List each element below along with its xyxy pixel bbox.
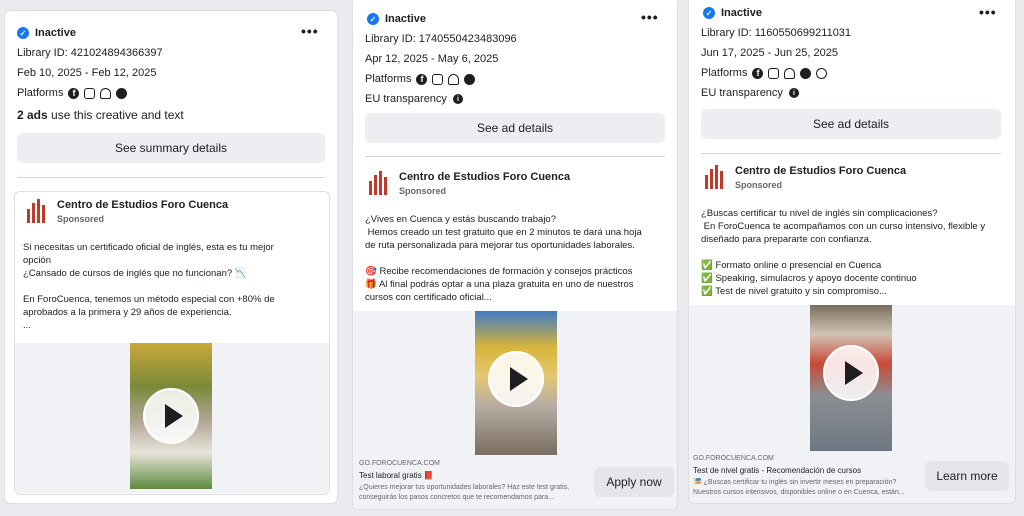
divider <box>701 153 1001 154</box>
cta-description: ¿Quieres mejorar tus oportunidades labor… <box>359 484 570 501</box>
check-badge-icon: ✓ <box>367 13 379 25</box>
ad-body-text: ¿Vives en Cuenca y estás buscando trabaj… <box>365 214 642 303</box>
date-range: Apr 12, 2025 - May 6, 2025 <box>365 53 499 65</box>
apply-now-button[interactable]: Apply now <box>594 467 674 497</box>
eu-transparency[interactable]: EU transparency i <box>701 87 799 99</box>
library-id: Library ID: 1740550423483096 <box>365 33 517 45</box>
ads-count-text: 2 ads use this creative and text <box>17 108 184 122</box>
check-badge-icon: ✓ <box>703 7 715 19</box>
audience-network-icon <box>784 67 796 79</box>
ad-video[interactable] <box>810 305 892 451</box>
sponsored-label: Sponsored <box>399 186 447 196</box>
eu-transparency[interactable]: EU transparency i <box>365 93 463 105</box>
cta-description: 🎏 ¿Buscas certificar tu inglés sin inver… <box>693 479 905 496</box>
divider <box>365 156 665 157</box>
see-summary-details-button[interactable]: See summary details <box>17 133 325 163</box>
platforms-row: Platforms f <box>701 67 828 79</box>
more-options-icon[interactable]: ••• <box>979 4 997 20</box>
ad-video[interactable] <box>130 343 212 489</box>
sponsored-label: Sponsored <box>735 180 783 190</box>
platforms-row: Platforms f <box>365 73 476 85</box>
messenger-icon <box>464 73 476 85</box>
audience-network-icon <box>100 87 112 99</box>
library-id: Library ID: 421024894366397 <box>17 47 163 59</box>
cta-url: GO.FOROCUENCA.COM <box>359 460 440 467</box>
play-icon[interactable] <box>143 388 199 444</box>
messenger-icon <box>116 87 128 99</box>
ad-body-text: Si necesitas un certificado oficial de i… <box>23 242 275 331</box>
play-icon[interactable] <box>823 345 879 401</box>
advertiser-logo <box>365 171 391 197</box>
facebook-icon: f <box>68 87 80 99</box>
library-id: Library ID: 1160550699211031 <box>701 27 852 39</box>
advertiser-name[interactable]: Centro de Estudios Foro Cuenca <box>57 199 228 211</box>
info-icon[interactable]: i <box>788 88 799 98</box>
date-range: Feb 10, 2025 - Feb 12, 2025 <box>17 67 157 79</box>
facebook-icon: f <box>752 67 764 79</box>
more-options-icon[interactable]: ••• <box>301 23 319 39</box>
info-icon[interactable]: i <box>452 94 463 104</box>
ad-video[interactable] <box>475 311 557 455</box>
play-icon[interactable] <box>488 351 544 407</box>
advertiser-logo <box>701 165 727 191</box>
status-badge: ✓ Inactive <box>367 13 426 25</box>
threads-icon <box>816 67 828 79</box>
ad-card-1: ✓ Inactive ••• Library ID: 4210248943663… <box>4 10 338 504</box>
date-range: Jun 17, 2025 - Jun 25, 2025 <box>701 47 838 59</box>
see-ad-details-button[interactable]: See ad details <box>365 113 665 143</box>
cta-url: GO.FOROCUENCA.COM <box>693 455 774 462</box>
ad-body-text: ¿Buscas certificar tu nivel de inglés si… <box>701 208 986 297</box>
check-badge-icon: ✓ <box>17 27 29 39</box>
divider <box>17 177 325 178</box>
ad-card-3: ✓ Inactive ••• Library ID: 1160550699211… <box>688 0 1016 504</box>
instagram-icon <box>84 87 96 99</box>
cta-title: Test laboral gratis 📕 <box>359 471 434 480</box>
ad-card-2: ✓ Inactive ••• Library ID: 1740550423483… <box>352 0 678 510</box>
status-badge: ✓ Inactive <box>17 27 76 39</box>
instagram-icon <box>432 73 444 85</box>
see-ad-details-button[interactable]: See ad details <box>701 109 1001 139</box>
advertiser-header: Centro de Estudios Foro Cuenca Sponsored <box>23 199 228 225</box>
status-badge: ✓ Inactive <box>703 7 762 19</box>
sponsored-label: Sponsored <box>57 214 105 224</box>
facebook-icon: f <box>416 73 428 85</box>
advertiser-name[interactable]: Centro de Estudios Foro Cuenca <box>735 165 906 177</box>
advertiser-header: Centro de Estudios Foro Cuenca Sponsored <box>701 165 906 191</box>
instagram-icon <box>768 67 780 79</box>
messenger-icon <box>800 67 812 79</box>
advertiser-header: Centro de Estudios Foro Cuenca Sponsored <box>365 171 570 197</box>
more-options-icon[interactable]: ••• <box>641 9 659 25</box>
learn-more-button[interactable]: Learn more <box>925 461 1009 491</box>
advertiser-name[interactable]: Centro de Estudios Foro Cuenca <box>399 171 570 183</box>
platforms-row: Platforms f <box>17 87 128 99</box>
advertiser-logo <box>23 199 49 225</box>
cta-title: Test de nivel gratis - Recomendación de … <box>693 466 862 475</box>
audience-network-icon <box>448 73 460 85</box>
